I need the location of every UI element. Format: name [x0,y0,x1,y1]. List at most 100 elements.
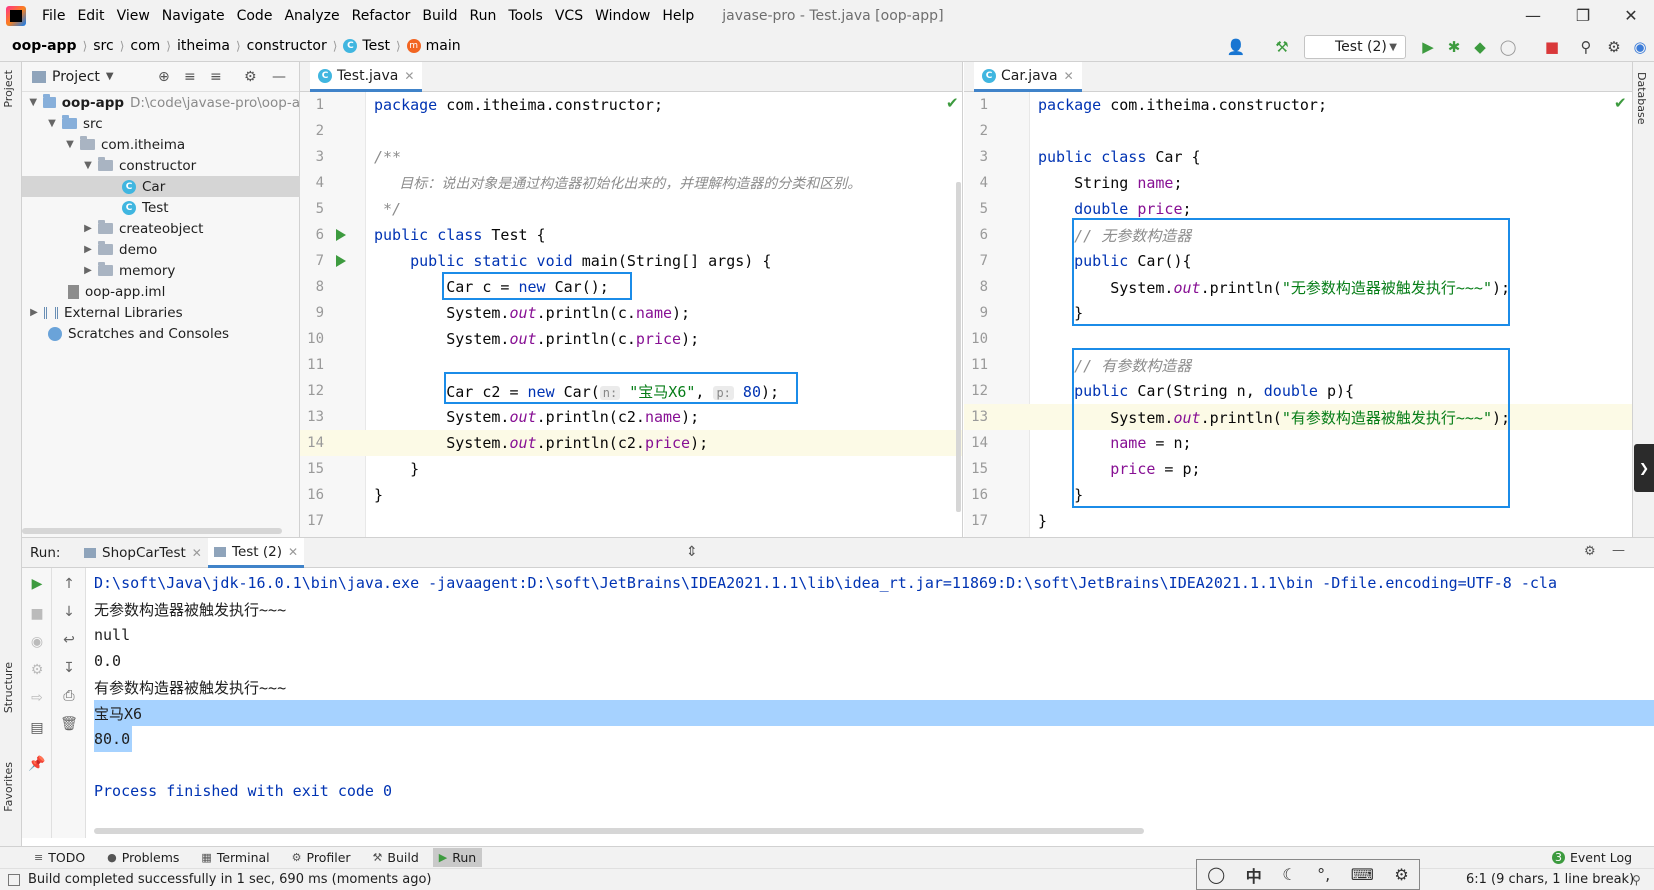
terminal-tool-button[interactable]: ▦ Terminal [201,850,269,865]
lock-icon[interactable]: ⚲ [1632,873,1641,887]
collapsed-arrow-icon[interactable]: ▶ [82,265,94,276]
expand-all-icon[interactable]: ≡ [184,69,196,85]
tree-item-scratches[interactable]: Scratches and Consoles [22,323,300,344]
tree-item-com-itheima[interactable]: ▼ com.itheima [22,134,300,155]
breadcrumb-src[interactable]: src [93,38,113,54]
expanded-arrow-icon[interactable]: ▼ [64,139,76,150]
run-tool-button[interactable]: ▶ Run [432,848,483,867]
console-line-selected[interactable]: 宝马X6 [94,700,1654,726]
breadcrumb-itheima[interactable]: itheima [177,38,230,54]
close-icon[interactable]: ✕ [1608,0,1654,31]
collapsed-arrow-icon[interactable]: ▶ [82,244,94,255]
todo-tool-button[interactable]: ≡ TODO [34,850,85,865]
locate-icon[interactable]: ⊕ [158,69,170,85]
trash-icon[interactable]: 🗑 [59,714,79,734]
code-line[interactable]: 7 public static void main(String[] args)… [300,248,962,274]
keyboard-icon[interactable]: ⌨ [1351,865,1374,884]
tab-test-java[interactable]: C Test.java ✕ [310,62,423,92]
stop-icon[interactable]: ■ [1542,37,1562,57]
moon-icon[interactable]: ☾ [1282,865,1296,884]
expanded-arrow-icon[interactable]: ▼ [82,160,94,171]
chevron-down-icon[interactable]: ▼ [106,71,114,82]
structure-side-tab[interactable]: Structure [2,662,15,713]
code-line[interactable]: 17 [300,508,962,534]
side-panel-expand-icon[interactable]: ❯ [1634,444,1654,492]
menu-code[interactable]: Code [231,8,279,24]
breadcrumb-com[interactable]: com [130,38,160,54]
collapse-all-icon[interactable]: ≡ [210,69,222,85]
code-line[interactable]: 17} [964,508,1632,534]
code-line[interactable]: 4 目标：说出对象是通过构造器初始化出来的，并理解构造器的分类和区别。 [300,170,962,196]
profile-icon[interactable]: ◯ [1498,37,1518,57]
build-tool-button[interactable]: ⚒ Build [373,850,419,865]
run-configuration-select[interactable]: Test (2) ▼ [1304,35,1406,59]
favorites-side-tab[interactable]: Favorites [2,762,15,812]
tree-item-createobject[interactable]: ▶ createobject [22,218,300,239]
project-side-tab[interactable]: Project [2,70,15,108]
project-view-title[interactable]: Project [52,69,100,85]
tree-item-src[interactable]: ▼ src [22,113,300,134]
search-icon[interactable]: ⚲ [1576,37,1596,57]
close-icon[interactable]: ✕ [404,69,414,83]
status-toggle-icon[interactable] [8,873,20,886]
code-line[interactable]: 4 String name; [964,170,1632,196]
close-icon[interactable]: ✕ [192,546,202,560]
code-line[interactable]: 3 /** [300,144,962,170]
debug-icon[interactable]: ✱ [1444,37,1464,57]
code-line[interactable]: 10 System.out.println(c.price); [300,326,962,352]
breadcrumb-constructor[interactable]: constructor [247,38,327,54]
arrow-up-icon[interactable]: ↑ [59,574,79,594]
exit-icon[interactable]: ⇨ [27,688,47,708]
database-side-tab[interactable]: Database [1635,72,1648,125]
run-icon[interactable]: ▶ [1418,37,1438,57]
tree-item-iml[interactable]: oop-app.iml [22,281,300,302]
run-gutter-icon[interactable] [336,229,346,241]
tree-item-demo[interactable]: ▶ demo [22,239,300,260]
code-line[interactable]: 5 */ [300,196,962,222]
breadcrumb-main[interactable]: main [426,38,461,54]
hide-icon[interactable]: — [1612,543,1625,558]
event-log-button[interactable]: 3 Event Log [1552,850,1632,865]
collapsed-arrow-icon[interactable]: ▶ [28,307,40,318]
code-line[interactable]: 1 package com.itheima.constructor; [300,92,962,118]
code-line[interactable]: 1 package com.itheima.constructor; [964,92,1632,118]
menu-analyze[interactable]: Analyze [278,8,345,24]
tab-car-java[interactable]: C Car.java ✕ [974,62,1082,92]
code-line[interactable]: 13 System.out.println(c2.name); [300,404,962,430]
console-line-selected[interactable]: 80.0 [94,726,132,752]
restore-layout-icon[interactable]: ⚙ [27,660,47,680]
tree-item-memory[interactable]: ▶ memory [22,260,300,281]
problems-tool-button[interactable]: ● Problems [107,850,179,865]
punctuation-icon[interactable]: °, [1317,865,1330,884]
menu-refactor[interactable]: Refactor [346,8,417,24]
print-icon[interactable]: ⎙ [59,686,79,706]
menu-build[interactable]: Build [416,8,463,24]
code-line[interactable]: 15 } [300,456,962,482]
menu-tools[interactable]: Tools [502,8,549,24]
menu-run[interactable]: Run [464,8,503,24]
menu-window[interactable]: Window [589,8,656,24]
menu-view[interactable]: View [111,8,156,24]
rerun-icon[interactable]: ▶ [27,574,47,594]
soft-wrap-icon[interactable]: ↩ [59,630,79,650]
gear-icon[interactable]: ⚙ [1584,544,1596,559]
ime-logo-icon[interactable]: ◯ [1207,865,1225,884]
tree-item-constructor[interactable]: ▼ constructor [22,155,300,176]
collapsed-arrow-icon[interactable]: ▶ [82,223,94,234]
code-line[interactable]: 2 [964,118,1632,144]
hide-icon[interactable]: — [272,69,286,85]
profiler-tool-button[interactable]: ⚙ Profiler [292,850,351,865]
scroll-to-end-icon[interactable]: ↧ [59,658,79,678]
stop-icon[interactable]: ■ [27,604,47,624]
close-icon[interactable]: ✕ [288,545,298,559]
run-gutter-icon[interactable] [336,255,346,267]
gear-icon[interactable]: ⚙ [1394,865,1408,884]
console-line-exit[interactable]: Process finished with exit code 0 [94,778,1654,804]
console-line[interactable]: 0.0 [94,648,1654,674]
arrow-down-icon[interactable]: ↓ [59,602,79,622]
console-line-command[interactable]: D:\soft\Java\jdk-16.0.1\bin\java.exe -ja… [94,570,1654,596]
horizontal-scrollbar[interactable] [22,528,282,534]
ime-mode-label[interactable]: 中 [1246,863,1262,887]
resize-handle-icon[interactable]: ⇕ [686,544,698,560]
vertical-scrollbar[interactable] [956,182,961,512]
